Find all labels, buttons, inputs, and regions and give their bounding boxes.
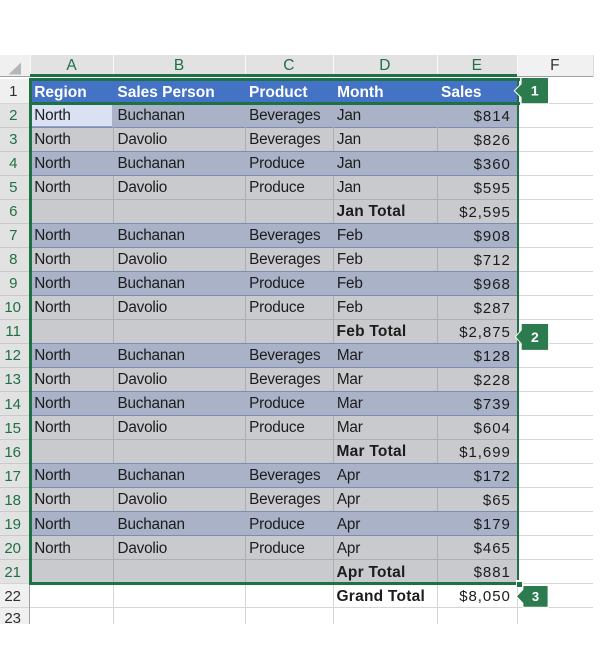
svg-text:2: 2 <box>531 329 539 345</box>
svg-text:3: 3 <box>532 589 539 604</box>
svg-text:1: 1 <box>531 83 539 99</box>
